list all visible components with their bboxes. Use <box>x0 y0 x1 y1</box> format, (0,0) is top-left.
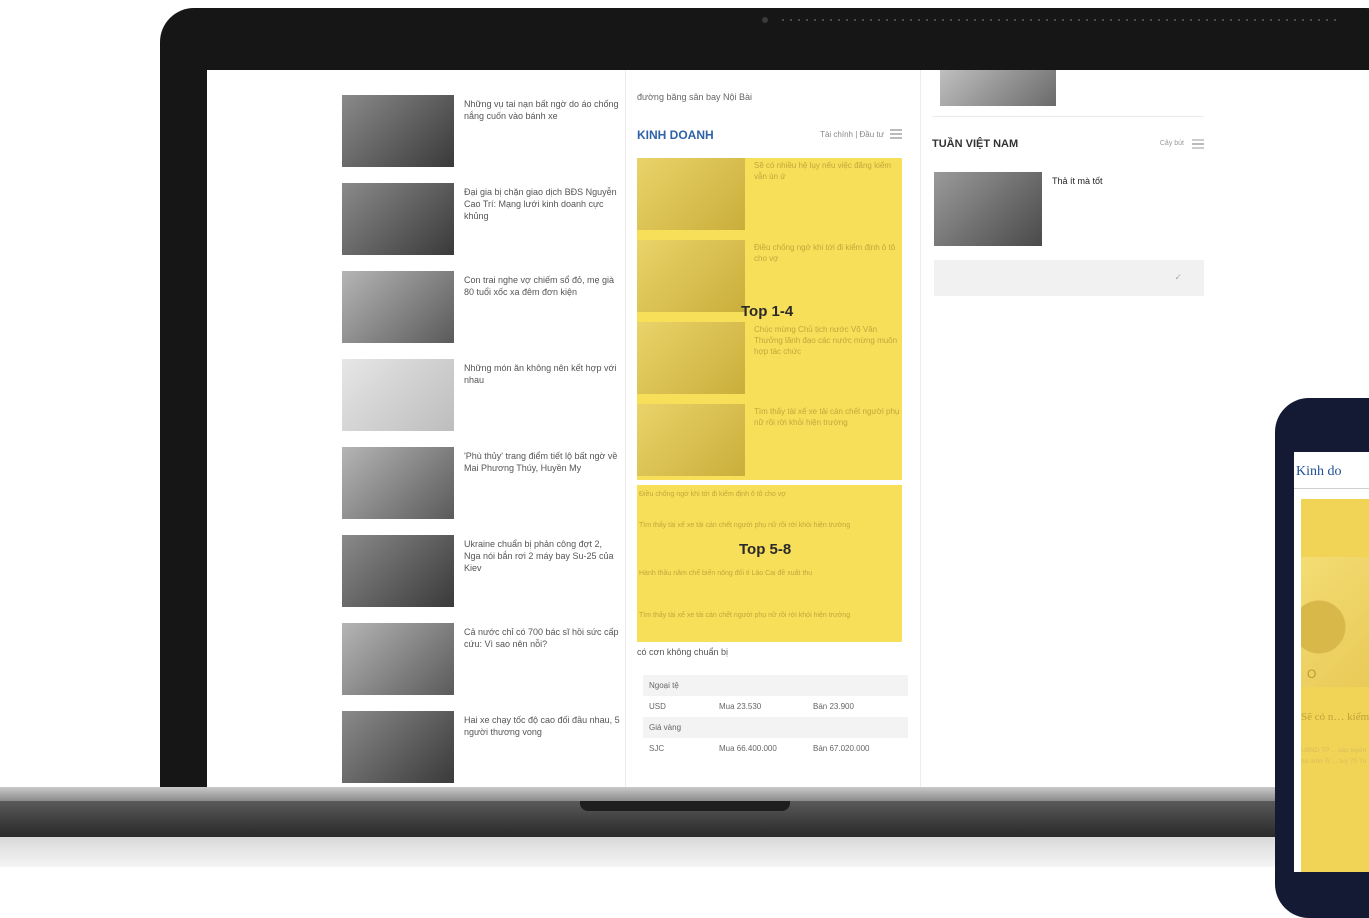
list-item[interactable]: Hai xe chạy tốc độ cao đối đầu nhau, 5 n… <box>342 711 620 788</box>
article-thumbnail[interactable] <box>934 172 1042 246</box>
news-title[interactable]: Những món ăn không nên kết hợp với nhau <box>464 362 620 386</box>
list-item[interactable]: Đại gia bị chặn giao dịch BĐS Nguyễn Cao… <box>342 183 620 271</box>
list-item[interactable]: Ukraine chuẩn bị phản công đợt 2, Nga nó… <box>342 535 620 623</box>
news-title[interactable]: Hai xe chạy tốc độ cao đối đầu nhau, 5 n… <box>464 714 620 738</box>
divider <box>1294 488 1369 489</box>
news-title[interactable]: 'Phù thủy' trang điểm tiết lộ bất ngờ về… <box>464 450 620 474</box>
check-icon: ✓ <box>1174 272 1182 282</box>
phone-glyph: O <box>1307 667 1317 681</box>
laptop-notch <box>580 801 790 811</box>
top-item[interactable]: Chúc mừng Chủ tịch nước Võ Văn Thưởng lã… <box>637 322 902 400</box>
buy-rate: Mua 23.530 <box>719 702 762 711</box>
forex-label: Ngoại tệ <box>649 681 679 690</box>
section-subcategories[interactable]: Tài chính | Đầu tư <box>820 130 884 139</box>
left-news-column: Những vụ tai nạn bất ngờ do áo chống nắn… <box>342 95 620 788</box>
table-row: SJC Mua 66.400.000 Bán 67.020.000 <box>643 738 908 759</box>
highlight-top-1-4: Sẽ có nhiều hệ lụy nếu việc đăng kiểm vẫ… <box>637 158 902 480</box>
laptop-base <box>0 787 1369 867</box>
phone-body-text: UBND TP ... các tuyến ... Đăng chủ ... b… <box>1301 747 1369 765</box>
hamburger-menu-icon[interactable] <box>1192 139 1204 149</box>
top-item-thumbnail[interactable] <box>637 322 745 394</box>
section-title[interactable]: KINH DOANH <box>637 128 714 142</box>
cutoff-text: có cơn không chuẩn bị <box>637 647 728 657</box>
more-item-title[interactable]: Tìm thấy tài xế xe tải cán chết người ph… <box>639 611 899 621</box>
section-title[interactable]: TUẦN VIỆT NAM <box>932 138 1018 150</box>
divider <box>932 116 1204 117</box>
table-row: Giá vàng <box>643 717 908 738</box>
prev-article-tail[interactable]: đường băng sân bay Nội Bài <box>637 92 752 102</box>
more-item-title[interactable]: Điều chống ngớ khi tới đi kiểm định ô tô… <box>639 490 899 500</box>
gold-code: SJC <box>649 744 665 753</box>
phone-highlight: O Sẽ có n… kiểm vẫn… UBND TP ... các tuy… <box>1301 499 1369 872</box>
table-row: Ngoại tệ <box>643 675 908 696</box>
hamburger-menu-icon[interactable] <box>890 129 902 139</box>
rates-table: Ngoại tệ USD Mua 23.530 Bán 23.900 Giá v… <box>643 675 908 759</box>
top-1-4-label: Top 1-4 <box>741 303 794 320</box>
section-subcategory[interactable]: Cây bút <box>1160 140 1184 147</box>
more-item-title[interactable]: Hành thầu năm chế biến nông đối tỉ Lào C… <box>639 569 899 579</box>
table-row: USD Mua 23.530 Bán 23.900 <box>643 696 908 717</box>
top-item-thumbnail[interactable] <box>637 158 745 230</box>
top-item-title[interactable]: Chúc mừng Chủ tịch nước Võ Văn Thưởng lã… <box>754 324 900 357</box>
article-title[interactable]: Thả ít mà tốt <box>1052 176 1103 186</box>
buy-rate: Mua 66.400.000 <box>719 744 777 753</box>
placeholder-box: ✓ <box>934 260 1204 296</box>
currency-code: USD <box>649 702 666 711</box>
section-header-business: KINH DOANH Tài chính | Đầu tư <box>637 128 902 146</box>
sell-rate: Bán 67.020.000 <box>813 744 870 753</box>
top-item[interactable]: Tìm thấy tài xế xe tải cán chết người ph… <box>637 404 902 482</box>
list-item[interactable]: Những món ăn không nên kết hợp với nhau <box>342 359 620 447</box>
column-divider <box>920 70 921 788</box>
phone-section-title[interactable]: Kinh do <box>1296 464 1342 480</box>
highlight-top-5-8: Điều chống ngớ khi tới đi kiểm định ô tô… <box>637 485 902 642</box>
sell-rate: Bán 23.900 <box>813 702 854 711</box>
more-item-title[interactable]: Tìm thấy tài xế xe tải cán chết người ph… <box>639 521 899 531</box>
news-thumbnail[interactable] <box>342 447 454 519</box>
news-thumbnail[interactable] <box>342 623 454 695</box>
news-title[interactable]: Ukraine chuẩn bị phản công đợt 2, Nga nó… <box>464 538 620 574</box>
news-thumbnail[interactable] <box>342 95 454 167</box>
news-thumbnail[interactable] <box>342 535 454 607</box>
top-item[interactable]: Sẽ có nhiều hệ lụy nếu việc đăng kiểm vẫ… <box>637 158 902 236</box>
gold-label: Giá vàng <box>649 723 682 732</box>
news-title[interactable]: Đại gia bị chặn giao dịch BĐS Nguyễn Cao… <box>464 186 620 222</box>
bezel-speaker-dots <box>782 19 1342 21</box>
top-item-title[interactable]: Điều chống ngớ khi tới đi kiểm định ô tô… <box>754 242 900 264</box>
top-item-thumbnail[interactable] <box>637 404 745 476</box>
phone-headline[interactable]: Sẽ có n… kiểm vẫn… <box>1301 711 1369 724</box>
list-item[interactable]: Con trai nghe vợ chiếm sổ đỏ, mẹ già 80 … <box>342 271 620 359</box>
news-thumbnail[interactable] <box>342 711 454 783</box>
top-item-title[interactable]: Tìm thấy tài xế xe tải cán chết người ph… <box>754 406 900 428</box>
news-title[interactable]: Con trai nghe vợ chiếm sổ đỏ, mẹ già 80 … <box>464 274 620 298</box>
top-item-title[interactable]: Sẽ có nhiều hệ lụy nếu việc đăng kiểm vẫ… <box>754 160 900 182</box>
top-5-8-label: Top 5-8 <box>739 541 792 558</box>
news-title[interactable]: Những vụ tai nạn bất ngờ do áo chống nắn… <box>464 98 620 122</box>
laptop-screen: Những vụ tai nạn bất ngờ do áo chống nắn… <box>207 70 1369 788</box>
news-thumbnail[interactable] <box>342 271 454 343</box>
column-divider <box>625 70 626 788</box>
news-thumbnail[interactable] <box>342 359 454 431</box>
top-item-thumbnail[interactable] <box>637 240 745 312</box>
news-title[interactable]: Cả nước chỉ có 700 bác sĩ hồi sức cấp cứ… <box>464 626 620 650</box>
phone-screen: Kinh do O Sẽ có n… kiểm vẫn… UBND TP ...… <box>1294 452 1369 872</box>
prev-article-image[interactable] <box>940 70 1056 106</box>
list-item[interactable]: Cả nước chỉ có 700 bác sĩ hồi sức cấp cứ… <box>342 623 620 711</box>
list-item[interactable]: Những vụ tai nạn bất ngờ do áo chống nắn… <box>342 95 620 183</box>
webcam-icon <box>762 17 768 23</box>
news-thumbnail[interactable] <box>342 183 454 255</box>
list-item[interactable]: 'Phù thủy' trang điểm tiết lộ bất ngờ về… <box>342 447 620 535</box>
section-header-tuan-viet-nam: TUẦN VIỆT NAM Cây bút <box>932 138 1204 156</box>
